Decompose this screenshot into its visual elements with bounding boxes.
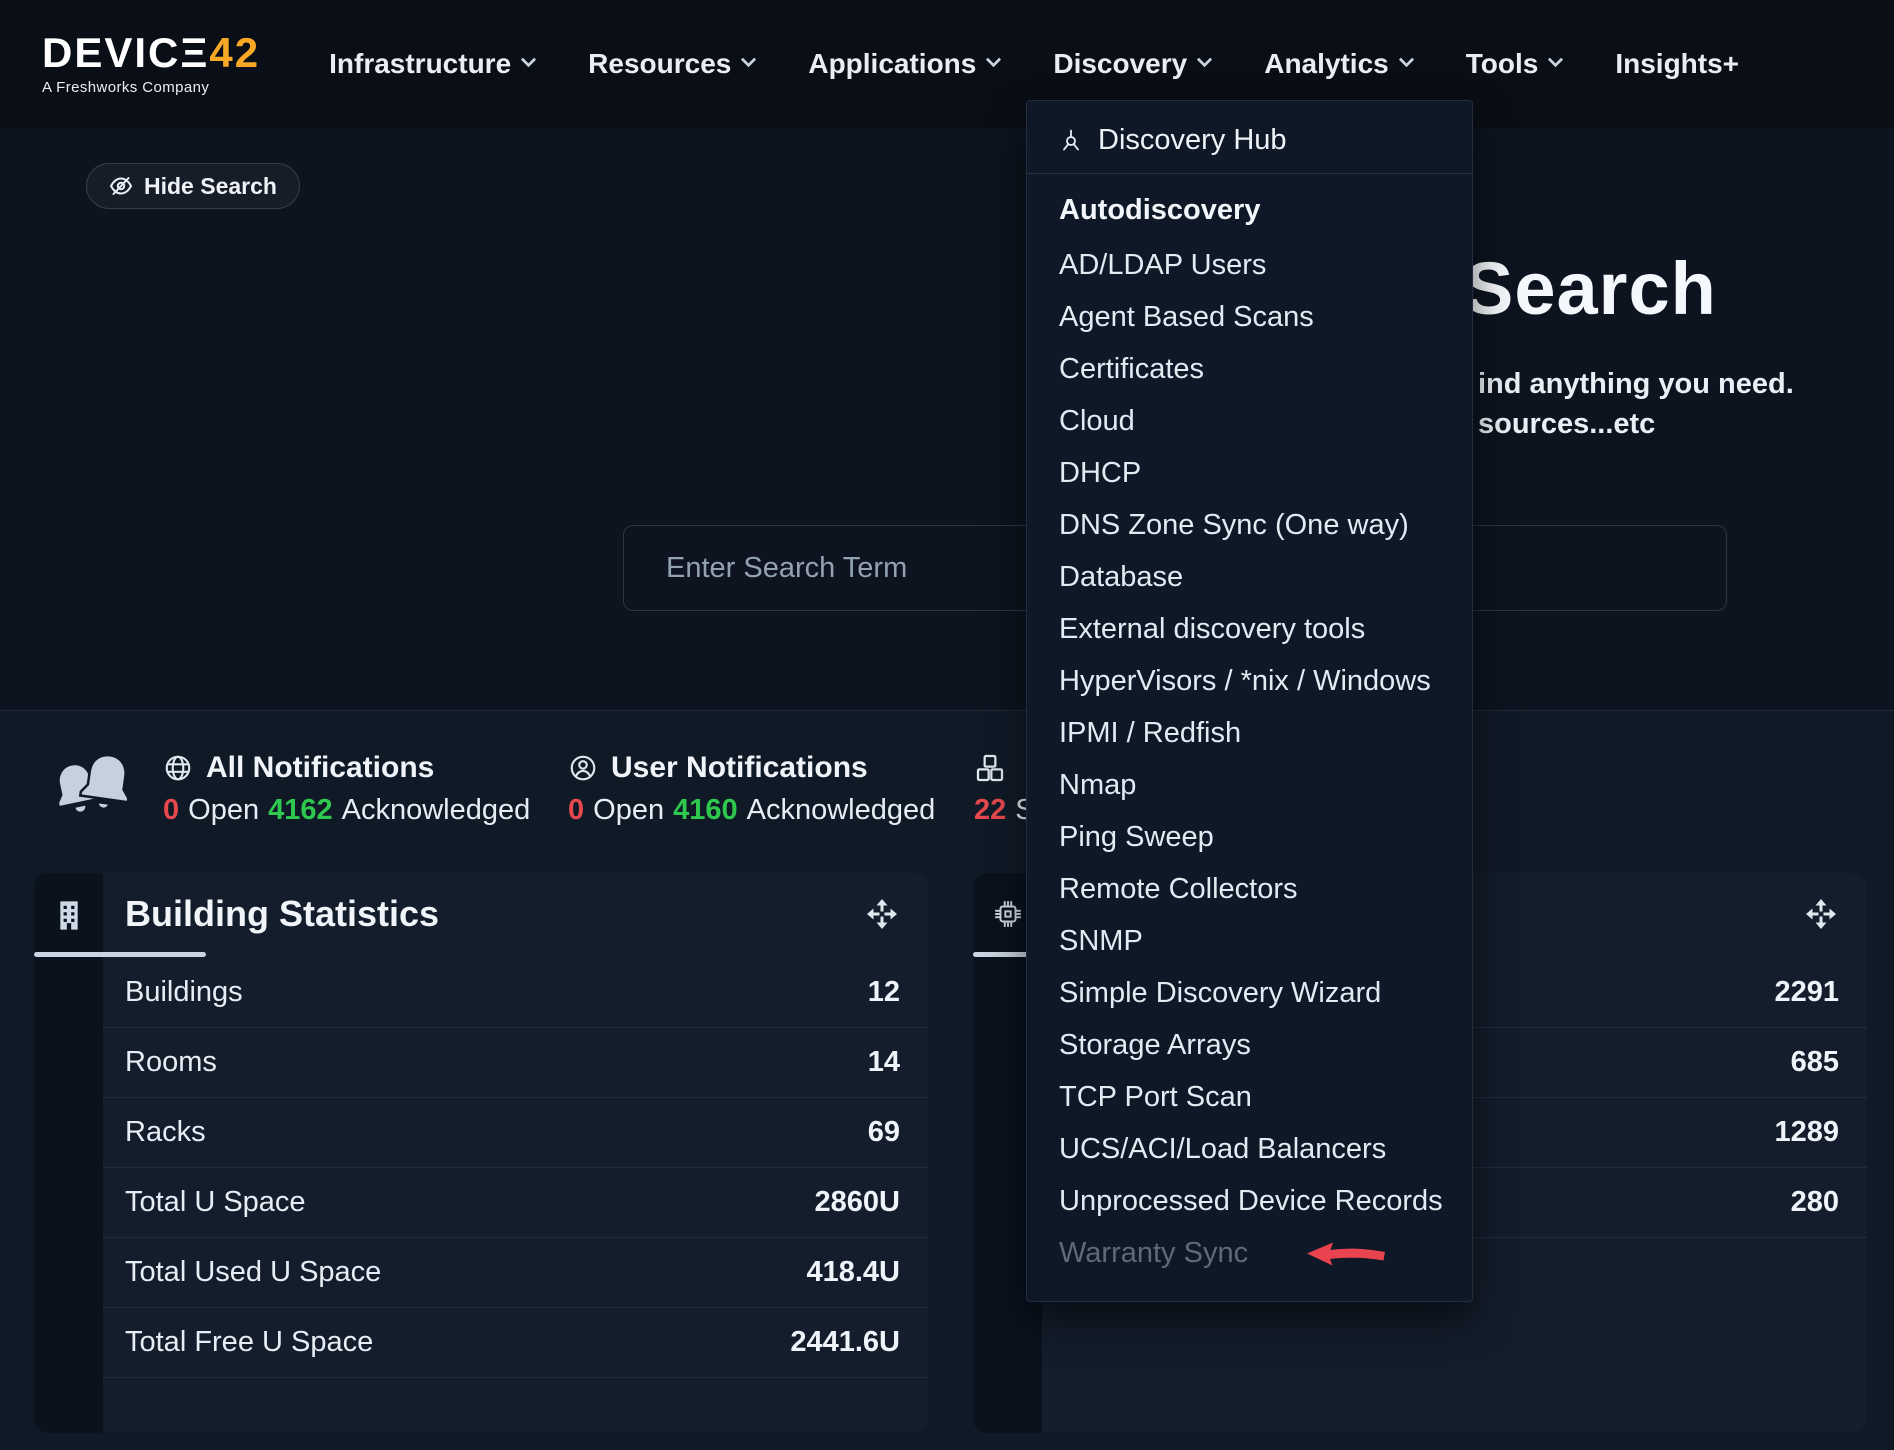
menu-item-storage-arrays[interactable]: Storage Arrays xyxy=(1027,1019,1472,1071)
nav-item-tools[interactable]: Tools xyxy=(1439,48,1589,80)
menu-item-certificates[interactable]: Certificates xyxy=(1027,343,1472,395)
table-row: Racks69 xyxy=(103,1098,928,1168)
all-notifications-group: All Notifications 0Open4162Acknowledged xyxy=(163,749,539,827)
nav-item-discovery[interactable]: Discovery xyxy=(1026,48,1237,80)
menu-divider xyxy=(1027,173,1472,174)
chip-icon xyxy=(993,899,1023,929)
card-title: Building Statistics xyxy=(125,893,439,935)
nav-item-insights[interactable]: Insights+ xyxy=(1588,48,1766,80)
building-icon xyxy=(56,899,82,932)
card-header: Building Statistics xyxy=(103,873,928,954)
chevron-down-icon xyxy=(1398,51,1414,67)
table-row: Total Free U Space2441.6U xyxy=(103,1308,928,1378)
globe-icon xyxy=(163,753,193,783)
menu-item-warranty-sync[interactable]: Warranty Sync xyxy=(1027,1227,1472,1279)
chevron-down-icon xyxy=(741,51,757,67)
menu-item-database[interactable]: Database xyxy=(1027,551,1472,603)
table-row: Total U Space2860U xyxy=(103,1168,928,1238)
table-row: Total Used U Space418.4U xyxy=(103,1238,928,1308)
nav-item-resources[interactable]: Resources xyxy=(561,48,781,80)
chevron-down-icon xyxy=(1548,51,1564,67)
menu-item-simple-discovery-wizard[interactable]: Simple Discovery Wizard xyxy=(1027,967,1472,1019)
menu-item-ad-ldap-users[interactable]: AD/LDAP Users xyxy=(1027,239,1472,291)
discovery-dropdown-menu: Discovery Hub Autodiscovery AD/LDAP User… xyxy=(1026,100,1473,1302)
chevron-down-icon xyxy=(521,51,537,67)
menu-item-tcp-port-scan[interactable]: TCP Port Scan xyxy=(1027,1071,1472,1123)
user-notifications-counts: 0Open4160Acknowledged xyxy=(568,794,944,827)
menu-item-cloud[interactable]: Cloud xyxy=(1027,395,1472,447)
menu-item-remote-collectors[interactable]: Remote Collectors xyxy=(1027,863,1472,915)
hide-search-button[interactable]: Hide Search xyxy=(86,163,300,209)
top-nav: DEVICΞ42 A Freshworks Company Infrastruc… xyxy=(0,0,1894,128)
menu-item-external-discovery-tools[interactable]: External discovery tools xyxy=(1027,603,1472,655)
menu-item-agent-based-scans[interactable]: Agent Based Scans xyxy=(1027,291,1472,343)
menu-item-hypervisors-nix-windows[interactable]: HyperVisors / *nix / Windows xyxy=(1027,655,1472,707)
bell-icon xyxy=(52,749,140,831)
notifications-strip: All Notifications 0Open4162Acknowledged … xyxy=(0,711,1894,873)
hide-search-label: Hide Search xyxy=(144,173,277,200)
move-handle-icon[interactable] xyxy=(1805,898,1837,930)
menu-item-ucs-aci-load-balancers[interactable]: UCS/ACI/Load Balancers xyxy=(1027,1123,1472,1175)
menu-item-nmap[interactable]: Nmap xyxy=(1027,759,1472,811)
logo-text: DEVICΞ42 xyxy=(42,32,260,74)
logo[interactable]: DEVICΞ42 A Freshworks Company xyxy=(42,32,260,96)
nav-item-analytics[interactable]: Analytics xyxy=(1237,48,1439,80)
search-title: Search xyxy=(1464,246,1717,331)
card-icon-strip xyxy=(34,873,103,1433)
building-statistics-card: Building Statistics Buildings12 Rooms14 … xyxy=(34,873,928,1433)
menu-item-ping-sweep[interactable]: Ping Sweep xyxy=(1027,811,1472,863)
search-section: Hide Search Search ind anything you need… xyxy=(0,128,1894,711)
annotation-arrow-icon xyxy=(1306,1240,1386,1268)
all-notifications-title: All Notifications xyxy=(206,751,434,785)
nav-item-applications[interactable]: Applications xyxy=(781,48,1026,80)
search-subtitle-line1: ind anything you need. xyxy=(1478,368,1794,401)
discovery-hub-icon xyxy=(1059,128,1083,152)
cubes-icon xyxy=(974,752,1006,784)
user-notifications-group: User Notifications 0Open4160Acknowledged xyxy=(568,749,944,827)
menu-item-dhcp[interactable]: DHCP xyxy=(1027,447,1472,499)
search-subtitle-line2: sources...etc xyxy=(1478,408,1655,441)
page: DEVICΞ42 A Freshworks Company Infrastruc… xyxy=(0,0,1894,1450)
chevron-down-icon xyxy=(986,51,1002,67)
table-row: Buildings12 xyxy=(103,958,928,1028)
menu-item-dns-zone-sync[interactable]: DNS Zone Sync (One way) xyxy=(1027,499,1472,551)
nav-item-infrastructure[interactable]: Infrastructure xyxy=(302,48,561,80)
chevron-down-icon xyxy=(1197,51,1213,67)
building-stats-rows: Buildings12 Rooms14 Racks69 Total U Spac… xyxy=(103,958,928,1378)
table-row: Rooms14 xyxy=(103,1028,928,1098)
menu-item-snmp[interactable]: SNMP xyxy=(1027,915,1472,967)
user-icon xyxy=(568,753,598,783)
all-notifications-counts: 0Open4162Acknowledged xyxy=(163,794,539,827)
menu-item-ipmi-redfish[interactable]: IPMI / Redfish xyxy=(1027,707,1472,759)
menu-section-autodiscovery: Autodiscovery xyxy=(1027,182,1472,239)
eye-off-icon xyxy=(109,174,133,198)
move-handle-icon[interactable] xyxy=(866,898,898,930)
user-notifications-title: User Notifications xyxy=(611,751,868,785)
menu-item-discovery-hub[interactable]: Discovery Hub xyxy=(1027,111,1472,169)
nav-menu: Infrastructure Resources Applications Di… xyxy=(302,48,1766,80)
menu-item-unprocessed-device-records[interactable]: Unprocessed Device Records xyxy=(1027,1175,1472,1227)
logo-subtitle: A Freshworks Company xyxy=(42,79,260,96)
